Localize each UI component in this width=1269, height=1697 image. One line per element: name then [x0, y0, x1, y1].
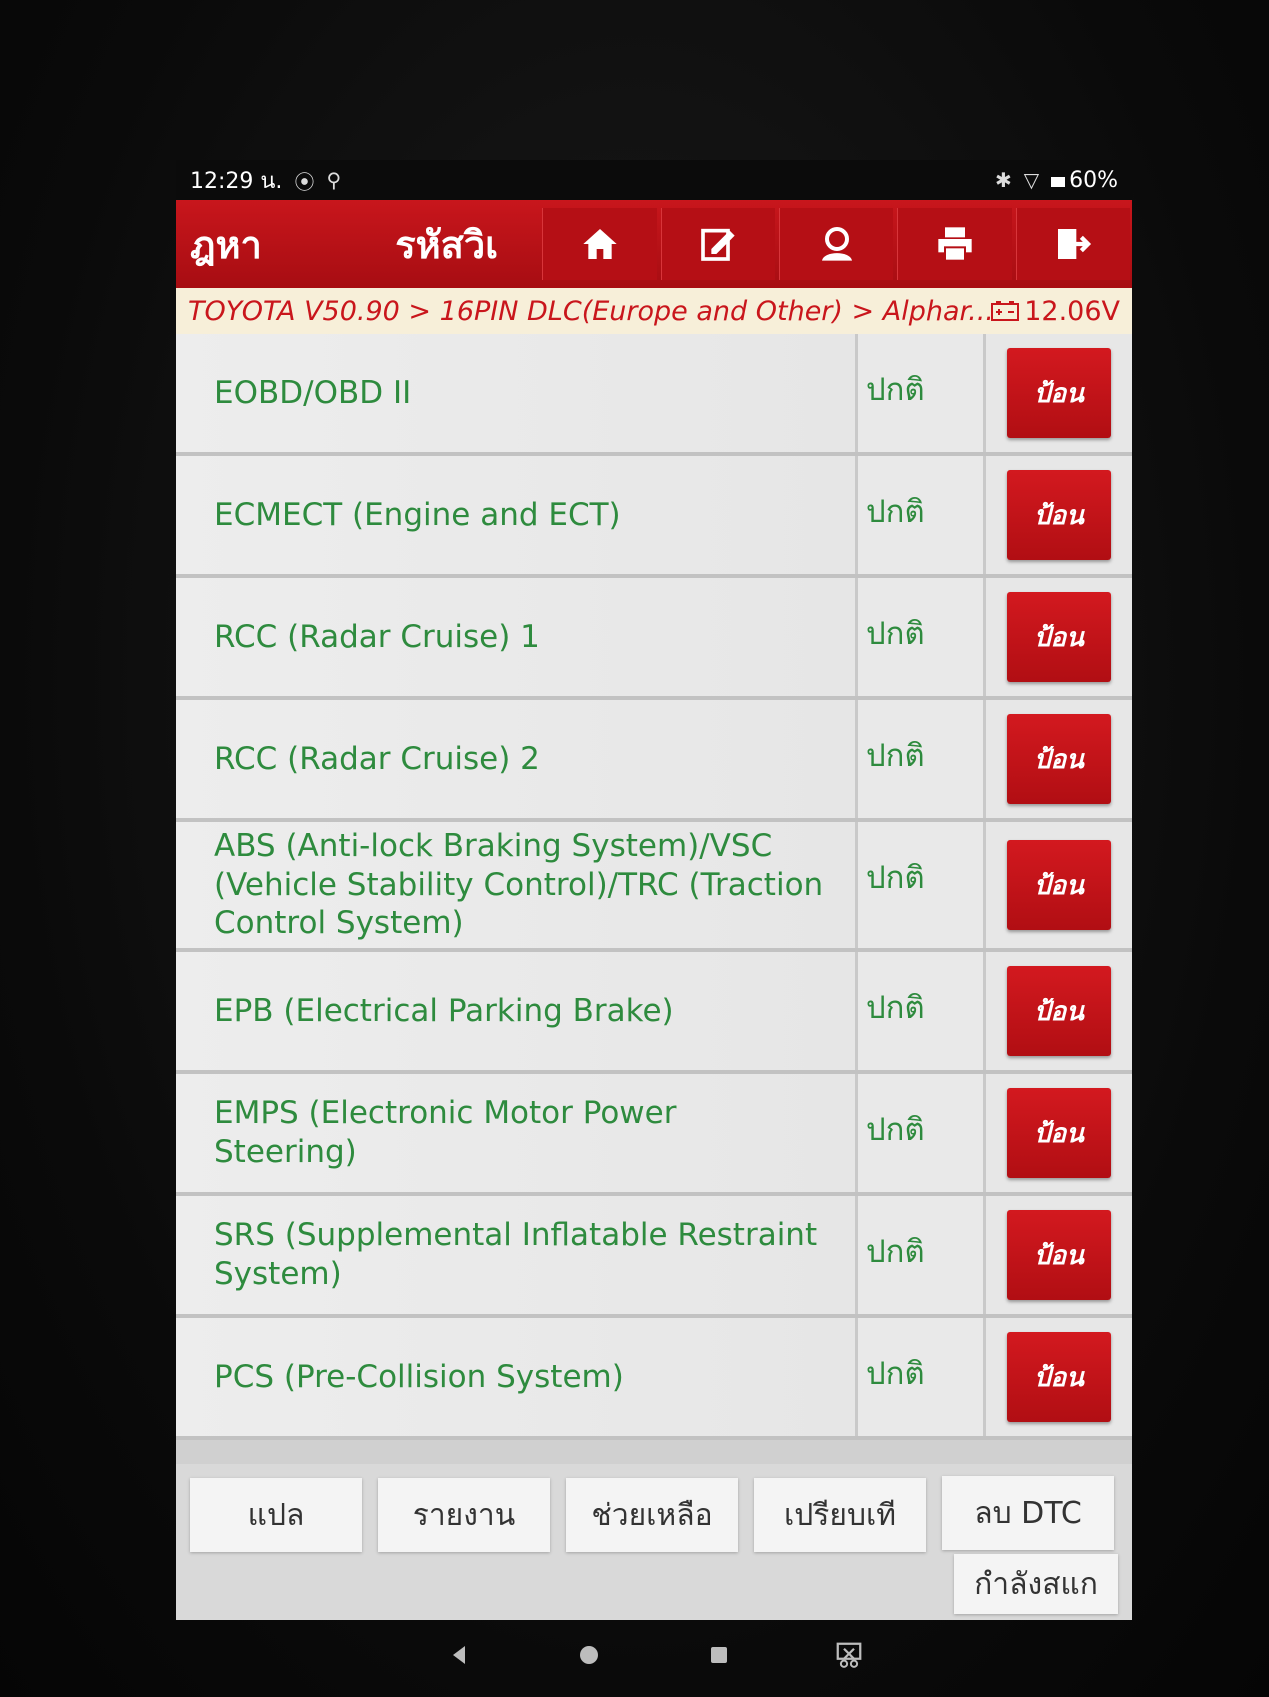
clear-dtc-button[interactable]: ลบ DTC: [942, 1476, 1114, 1550]
status-bar: 12:29 น. ⦿ ⚲ ✱ ▽ 60%: [176, 160, 1132, 200]
system-status: ปกติ: [858, 952, 986, 1070]
system-status: ปกติ: [858, 1196, 986, 1314]
battery-level: 60%: [1069, 167, 1118, 193]
system-status: ปกติ: [858, 700, 986, 818]
enter-button[interactable]: ป้อน: [1007, 840, 1111, 930]
home-icon: [583, 229, 617, 259]
system-name: RCC (Radar Cruise) 1: [176, 578, 858, 696]
home-button[interactable]: [542, 208, 657, 280]
wifi-icon: ▽: [1023, 168, 1040, 192]
square-recents-icon: [711, 1647, 727, 1663]
system-status: ปกติ: [858, 822, 986, 948]
list-item: EPB (Electrical Parking Brake) ปกติ ป้อน: [176, 952, 1132, 1074]
list-item: SRS (Supplemental Inflatable Restraint S…: [176, 1196, 1132, 1318]
car-battery-icon: [991, 301, 1020, 321]
system-name: ECMECT (Engine and ECT): [176, 456, 858, 574]
top-toolbar: ฎหา รหัสวิเ: [176, 200, 1132, 288]
system-status: ปกติ: [858, 456, 986, 574]
bottom-action-bar: แปล รายงาน ช่วยเหลือ เปรียบเที ลบ DTC กำ…: [176, 1464, 1132, 1620]
system-status: ปกติ: [858, 578, 986, 696]
circle-home-icon: [580, 1646, 598, 1664]
enter-button[interactable]: ป้อน: [1007, 592, 1111, 682]
print-icon: [938, 227, 972, 262]
system-name: SRS (Supplemental Inflatable Restraint S…: [176, 1196, 858, 1314]
user-button[interactable]: [778, 208, 894, 280]
enter-button[interactable]: ป้อน: [1007, 966, 1111, 1056]
voltage-value: 12.06V: [1024, 295, 1120, 327]
home-nav-button[interactable]: [569, 1635, 609, 1675]
system-list: EOBD/OBD II ปกติ ป้อน ECMECT (Engine and…: [176, 334, 1132, 1464]
report-button[interactable]: รายงาน: [378, 1478, 550, 1552]
device-screen: 12:29 น. ⦿ ⚲ ✱ ▽ 60% ฎหา รหัสวิเ TOYOTA …: [176, 160, 1132, 1620]
list-item: EOBD/OBD II ปกติ ป้อน: [176, 334, 1132, 456]
battery-icon: [1051, 176, 1066, 187]
edit-icon: [701, 228, 735, 261]
list-item: RCC (Radar Cruise) 2 ปกติ ป้อน: [176, 700, 1132, 822]
breadcrumb-path: TOYOTA V50.90 > 16PIN DLC(Europe and Oth…: [188, 295, 991, 327]
enter-button[interactable]: ป้อน: [1007, 1332, 1111, 1422]
system-status: ปกติ: [858, 1318, 986, 1436]
bluetooth-icon: ✱: [994, 168, 1012, 192]
clock: 12:29 น.: [190, 168, 283, 194]
exit-icon: [1058, 229, 1092, 259]
user-icon: [821, 227, 852, 261]
recents-button[interactable]: [699, 1635, 739, 1675]
system-name: EOBD/OBD II: [176, 334, 858, 452]
notification-icon: ⦿: [294, 169, 315, 194]
enter-button[interactable]: ป้อน: [1007, 348, 1111, 438]
enter-button[interactable]: ป้อน: [1007, 1210, 1111, 1300]
android-nav-bar: [176, 1620, 1132, 1690]
fault-code-button[interactable]: รหัสวิเ: [353, 200, 540, 288]
list-item: ABS (Anti-lock Braking System)/VSC (Vehi…: [176, 822, 1132, 952]
system-name: PCS (Pre-Collision System): [176, 1318, 858, 1436]
system-status: ปกติ: [858, 334, 986, 452]
list-item: ECMECT (Engine and ECT) ปกติ ป้อน: [176, 456, 1132, 578]
screenshot-icon: [836, 1642, 862, 1668]
breadcrumb: TOYOTA V50.90 > 16PIN DLC(Europe and Oth…: [176, 288, 1132, 334]
enter-button[interactable]: ป้อน: [1007, 714, 1111, 804]
edit-button[interactable]: [660, 208, 775, 280]
help-button[interactable]: ช่วยเหลือ: [566, 1478, 738, 1552]
battery-indicator: 60%: [1051, 168, 1118, 193]
system-name: RCC (Radar Cruise) 2: [176, 700, 858, 818]
list-item: PCS (Pre-Collision System) ปกติ ป้อน: [176, 1318, 1132, 1440]
print-button[interactable]: [897, 208, 1012, 280]
screenshot-button[interactable]: [829, 1635, 869, 1675]
battery-voltage: 12.06V: [990, 296, 1120, 327]
enter-button[interactable]: ป้อน: [1007, 470, 1111, 560]
translate-button[interactable]: แปล: [190, 1478, 362, 1552]
find-button[interactable]: ฎหา: [176, 200, 353, 288]
system-status: ปกติ: [858, 1074, 986, 1192]
list-item: RCC (Radar Cruise) 1 ปกติ ป้อน: [176, 578, 1132, 700]
usb-icon: ⚲: [326, 168, 342, 192]
enter-button[interactable]: ป้อน: [1007, 1088, 1111, 1178]
back-button[interactable]: [439, 1635, 479, 1675]
system-name: EPB (Electrical Parking Brake): [176, 952, 858, 1070]
list-item: EMPS (Electronic Motor Power Steering) ป…: [176, 1074, 1132, 1196]
scanning-button[interactable]: กำลังสแก: [954, 1554, 1118, 1614]
exit-button[interactable]: [1015, 208, 1131, 280]
compare-button[interactable]: เปรียบเที: [754, 1478, 926, 1552]
system-name: ABS (Anti-lock Braking System)/VSC (Vehi…: [176, 822, 858, 948]
back-icon: [453, 1646, 465, 1664]
system-name: EMPS (Electronic Motor Power Steering): [176, 1074, 858, 1192]
